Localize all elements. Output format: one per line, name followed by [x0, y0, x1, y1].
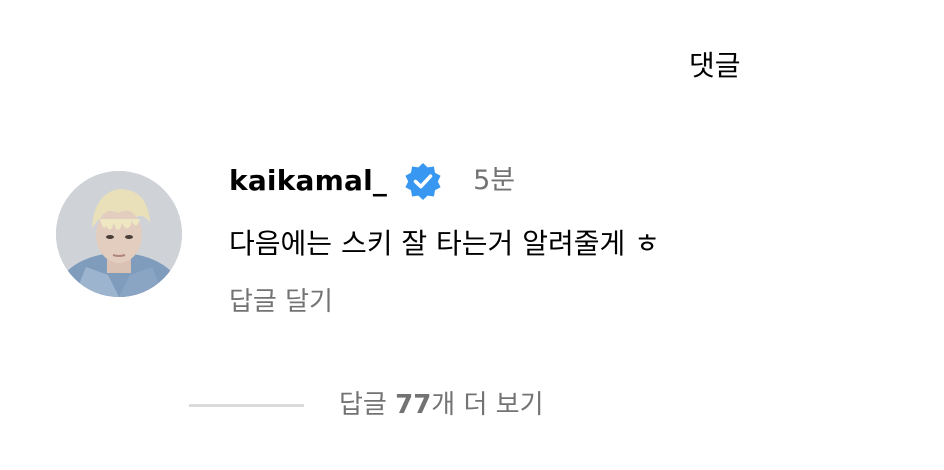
username[interactable]: kaikamal_ [229, 161, 387, 201]
view-replies-suffix: 개 더 보기 [431, 390, 544, 420]
view-replies-label: 답글 77개 더 보기 [339, 387, 544, 423]
view-replies-button[interactable]: 답글 77개 더 보기 [189, 385, 544, 425]
sheet-title: 댓글 [689, 49, 741, 82]
avatar[interactable] [56, 171, 182, 297]
comment-header: kaikamal_ 5분 [229, 161, 660, 201]
view-replies-count: 77 [395, 390, 432, 420]
comment: kaikamal_ 5분 다음에는 스키 잘 타는거 알려줄게 ㅎ 답글 달기 [229, 161, 660, 320]
comment-text: 다음에는 스키 잘 타는거 알려줄게 ㅎ [229, 227, 660, 260]
reply-button[interactable]: 답글 달기 [229, 284, 333, 320]
comment-timestamp: 5분 [473, 165, 516, 196]
view-replies-prefix: 답글 [339, 390, 396, 420]
sheet-corner [0, 0, 18, 60]
view-replies-divider [189, 403, 304, 407]
avatar-image [56, 171, 182, 297]
verified-badge-icon [403, 161, 443, 201]
